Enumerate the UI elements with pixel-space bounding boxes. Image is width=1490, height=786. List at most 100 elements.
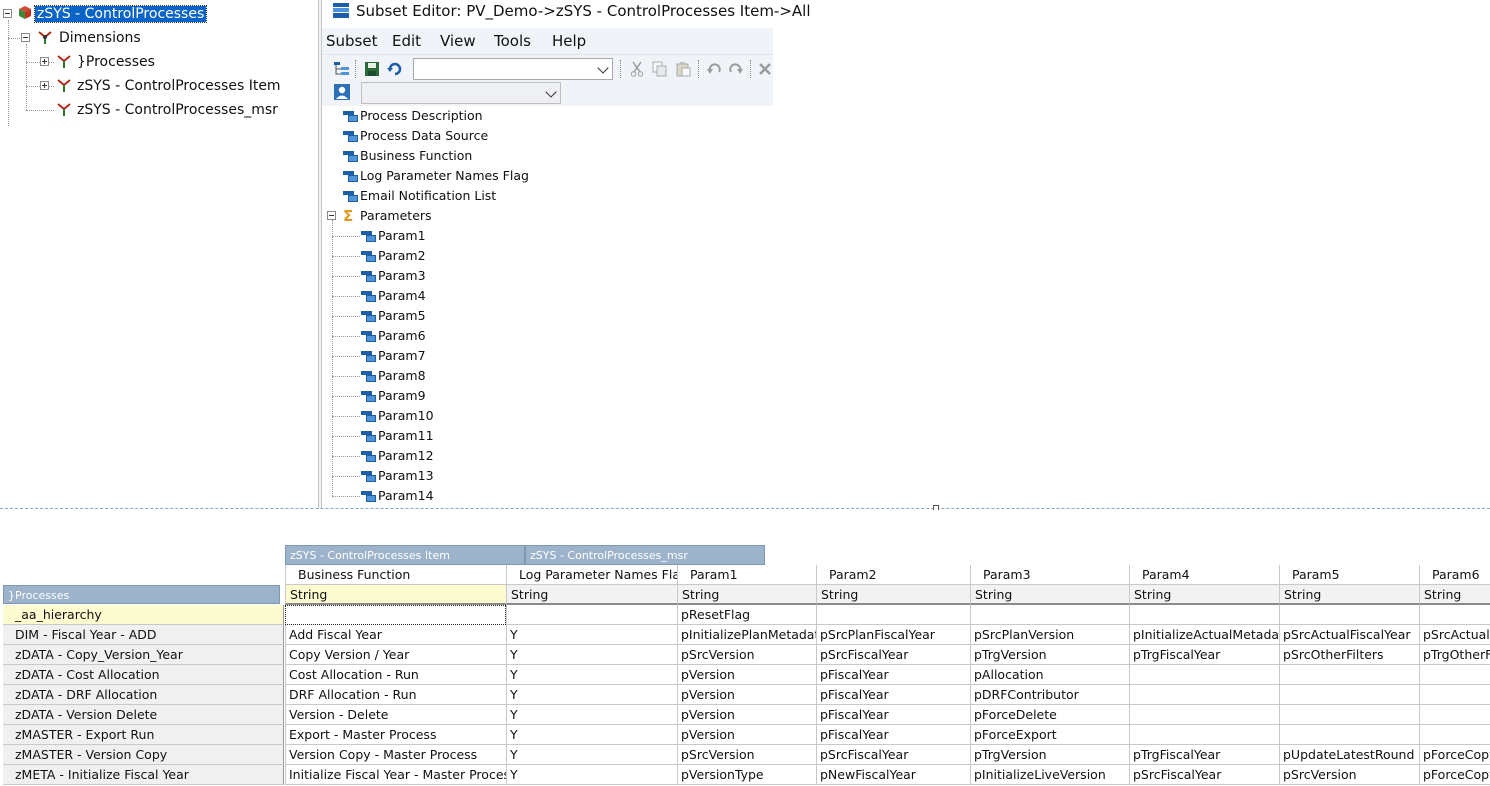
column-type-header[interactable]: String <box>970 585 1129 605</box>
grid-cell[interactable]: Y <box>506 625 677 645</box>
grid-cell[interactable]: pFiscalYear <box>816 685 970 705</box>
subset-param-item[interactable]: Param4 <box>378 286 426 306</box>
redo-icon[interactable] <box>726 59 746 79</box>
grid-cell[interactable]: Export - Master Process <box>285 725 506 745</box>
grid-cell[interactable]: pForceExport <box>970 725 1129 745</box>
grid-cell[interactable]: pSrcPlanVersion <box>970 625 1129 645</box>
grid-cell[interactable]: Y <box>506 645 677 665</box>
grid-cell[interactable]: pVersionType <box>677 765 816 785</box>
grid-cell[interactable]: Y <box>506 665 677 685</box>
delete-icon[interactable] <box>755 59 775 79</box>
column-dimension-item[interactable]: zSYS - ControlProcesses Item <box>285 545 525 565</box>
column-type-header[interactable]: String <box>285 585 506 605</box>
grid-cell[interactable]: pTrgVersion <box>970 745 1129 765</box>
grid-cell[interactable] <box>1129 705 1279 725</box>
cut-icon[interactable] <box>627 59 647 79</box>
column-type-header[interactable]: String <box>1279 585 1419 605</box>
menu-subset[interactable]: Subset <box>326 32 377 50</box>
paste-icon[interactable] <box>673 59 693 79</box>
collapse-toggle[interactable] <box>3 9 12 18</box>
grid-cell[interactable]: pVersion <box>677 685 816 705</box>
grid-cell[interactable]: pVersion <box>677 725 816 745</box>
grid-cell[interactable]: pForceCopy <box>1419 745 1490 765</box>
grid-cell[interactable]: pSrcVersion <box>677 645 816 665</box>
grid-cell[interactable]: Version Copy - Master Process <box>285 745 506 765</box>
grid-cell[interactable] <box>506 605 677 625</box>
row-header[interactable]: DIM - Fiscal Year - ADD <box>3 625 284 645</box>
subset-item[interactable]: Email Notification List <box>360 186 496 206</box>
tree-item-root-cube[interactable]: zSYS - ControlProcesses <box>33 3 208 25</box>
subset-item[interactable]: Parameters <box>360 206 432 226</box>
expand-toggle[interactable] <box>40 57 49 66</box>
grid-cell[interactable]: pResetFlag <box>677 605 816 625</box>
column-header[interactable]: Log Parameter Names Flag <box>506 565 677 585</box>
subset-param-item[interactable]: Param13 <box>378 466 434 486</box>
row-header[interactable]: _aa_hierarchy <box>3 605 284 625</box>
grid-cell[interactable]: pNewFiscalYear <box>816 765 970 785</box>
grid-cell[interactable]: Version - Delete <box>285 705 506 725</box>
column-header[interactable]: Param4 <box>1129 565 1279 585</box>
column-type-header[interactable]: String <box>1419 585 1490 605</box>
row-header[interactable]: zMASTER - Export Run <box>3 725 284 745</box>
subset-name-combo[interactable] <box>413 58 613 80</box>
subset-item[interactable]: Log Parameter Names Flag <box>360 166 529 186</box>
grid-cell[interactable]: pSrcVersion <box>1279 765 1419 785</box>
grid-cell[interactable]: pInitializeLiveVersion <box>970 765 1129 785</box>
grid-cell[interactable] <box>1279 725 1419 745</box>
grid-cell[interactable]: pFiscalYear <box>816 705 970 725</box>
grid-cell[interactable]: Add Fiscal Year <box>285 625 506 645</box>
grid-cell[interactable] <box>1129 725 1279 745</box>
refresh-icon[interactable] <box>385 59 405 79</box>
copy-icon[interactable] <box>650 59 670 79</box>
menu-tools[interactable]: Tools <box>494 32 531 50</box>
menu-view[interactable]: View <box>440 32 476 50</box>
grid-cell[interactable] <box>1279 605 1419 625</box>
subset-param-item[interactable]: Param5 <box>378 306 426 326</box>
column-type-header[interactable]: String <box>816 585 970 605</box>
hierarchy-filter-icon[interactable] <box>332 59 352 79</box>
subset-param-item[interactable]: Param2 <box>378 246 426 266</box>
grid-cell[interactable]: Y <box>506 705 677 725</box>
subset-param-item[interactable]: Param12 <box>378 446 434 466</box>
row-header[interactable]: zDATA - Version Delete <box>3 705 284 725</box>
grid-cell[interactable] <box>1129 685 1279 705</box>
column-type-header[interactable]: String <box>506 585 677 605</box>
column-dimension-measure[interactable]: zSYS - ControlProcesses_msr <box>525 545 765 565</box>
grid-cell[interactable]: pAllocation <box>970 665 1129 685</box>
row-header[interactable]: zDATA - Copy_Version_Year <box>3 645 284 665</box>
subset-item[interactable]: Process Description <box>360 106 483 126</box>
grid-cell[interactable]: pTrgOtherF <box>1419 645 1490 665</box>
column-header[interactable]: Param5 <box>1279 565 1419 585</box>
grid-cell[interactable] <box>1279 705 1419 725</box>
grid-cell[interactable]: pUpdateLatestRound <box>1279 745 1419 765</box>
subset-param-item[interactable]: Param3 <box>378 266 426 286</box>
menu-edit[interactable]: Edit <box>392 32 421 50</box>
grid-cell[interactable]: pSrcPlanFiscalYear <box>816 625 970 645</box>
grid-cell[interactable]: pSrcVersion <box>677 745 816 765</box>
subset-param-item[interactable]: Param1 <box>378 226 426 246</box>
grid-cell[interactable]: Y <box>506 725 677 745</box>
tree-item-controlprocesses-item[interactable]: zSYS - ControlProcesses Item <box>75 75 283 97</box>
grid-cell[interactable] <box>1419 665 1490 685</box>
grid-cell[interactable] <box>1419 705 1490 725</box>
tree-item-processes[interactable]: }Processes <box>75 51 157 73</box>
grid-cell[interactable]: pSrcActualV <box>1419 625 1490 645</box>
column-header[interactable]: Business Function <box>285 565 506 585</box>
grid-cell[interactable]: pSrcFiscalYear <box>1129 765 1279 785</box>
column-header[interactable]: Param3 <box>970 565 1129 585</box>
grid-cell[interactable]: pTrgFiscalYear <box>1129 645 1279 665</box>
grid-cell[interactable]: Cost Allocation - Run <box>285 665 506 685</box>
grid-cell[interactable] <box>1129 605 1279 625</box>
grid-cell[interactable]: pVersion <box>677 705 816 725</box>
grid-cell[interactable]: Y <box>506 765 677 785</box>
grid-cell[interactable] <box>1419 725 1490 745</box>
grid-cell[interactable]: pForceDelete <box>970 705 1129 725</box>
grid-cell[interactable]: pTrgFiscalYear <box>1129 745 1279 765</box>
grid-cell[interactable] <box>1419 605 1490 625</box>
subset-item[interactable]: Process Data Source <box>360 126 488 146</box>
column-type-header[interactable]: String <box>1129 585 1279 605</box>
grid-cell[interactable] <box>1419 685 1490 705</box>
grid-cell[interactable]: pFiscalYear <box>816 725 970 745</box>
grid-cell[interactable]: pFiscalYear <box>816 665 970 685</box>
tree-item-dimensions[interactable]: Dimensions <box>57 27 143 49</box>
